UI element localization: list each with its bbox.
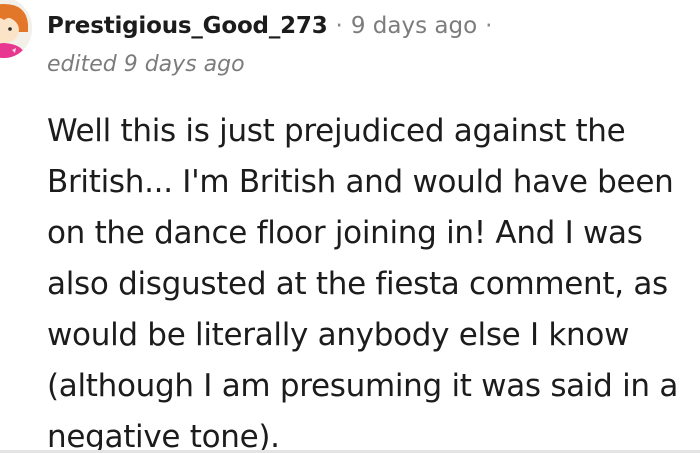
comment: Prestigious_Good_273 · 9 days ago · edit… (0, 0, 700, 453)
comment-meta: Prestigious_Good_273 · 9 days ago · (47, 8, 500, 44)
comment-body-line: Well this is just prejudiced against the (47, 113, 626, 149)
comment-timestamp[interactable]: 9 days ago (351, 13, 477, 39)
meta-separator: · (335, 13, 343, 39)
comment-body: Well this is just prejudiced against the… (47, 106, 700, 453)
comment-body-line: would be literally anybody else I know (47, 317, 630, 353)
comment-body-line: British... I'm British and would have be… (47, 164, 674, 200)
user-avatar[interactable] (0, 0, 32, 58)
user-avatar-icon (0, 0, 32, 58)
meta-separator-trailing: · (485, 13, 493, 39)
comment-body-line: (although I am presuming it was said in … (47, 368, 679, 404)
edited-label: edited 9 days ago (47, 52, 245, 77)
comment-body-line: negative tone). (47, 419, 280, 453)
comment-body-line: also disgusted at the fiesta comment, as (47, 266, 668, 302)
comment-body-line: on the dance floor joining in! And I was (47, 215, 643, 251)
author-username[interactable]: Prestigious_Good_273 (47, 13, 328, 39)
